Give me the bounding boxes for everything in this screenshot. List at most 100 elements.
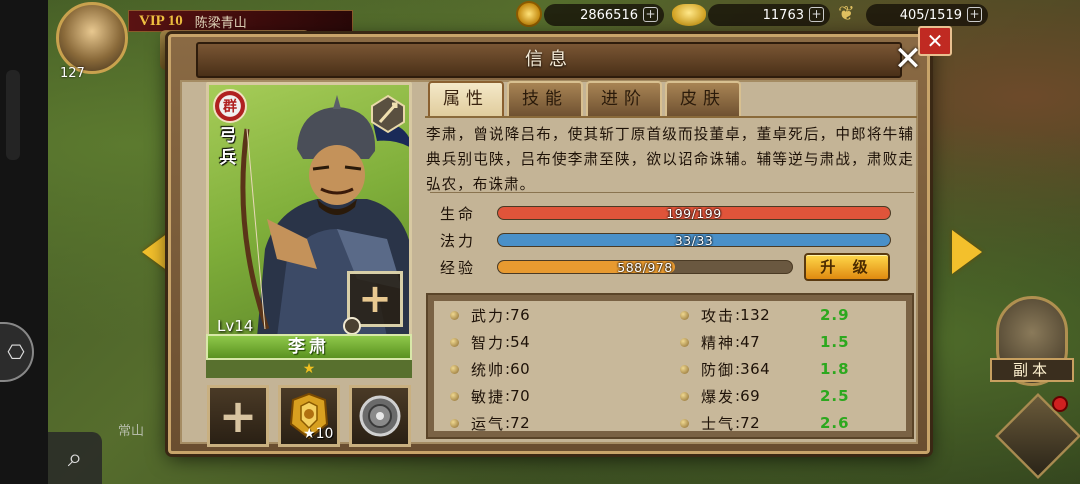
hero-name: 李肃 bbox=[206, 334, 412, 360]
stat-bullet-icon bbox=[450, 310, 459, 320]
hp-label: 生命 bbox=[440, 204, 477, 223]
stat-growth: 2.9 bbox=[820, 306, 850, 324]
search-icon[interactable]: ⌕ bbox=[48, 432, 102, 484]
grain-value: 405/1519 bbox=[899, 7, 962, 23]
stat-bullet-icon bbox=[450, 364, 459, 374]
faction-badge: 群 bbox=[213, 89, 247, 123]
ingot-icon bbox=[672, 4, 706, 26]
gold-value: 2866516 bbox=[580, 7, 638, 23]
stat-bullet-icon bbox=[680, 391, 689, 401]
right-stat-2: 防御:364 1.8 bbox=[680, 359, 849, 379]
stat-value: 72 bbox=[510, 414, 531, 432]
stat-bullet-icon bbox=[450, 418, 459, 428]
stat-value: 72 bbox=[740, 414, 761, 432]
info-tabs: 属性 技能 进阶 皮肤 bbox=[428, 81, 741, 117]
tab-skills[interactable]: 技能 bbox=[507, 81, 583, 117]
left-stat-0: 武力:76 bbox=[450, 305, 530, 325]
stat-value: 69 bbox=[740, 387, 761, 405]
stat-bullet-icon bbox=[680, 418, 689, 428]
map-place-label: 常山 bbox=[118, 424, 145, 439]
hp-bar: 199/199 bbox=[497, 206, 891, 220]
stat-growth: 2.6 bbox=[820, 414, 850, 432]
stat-bullet-icon bbox=[680, 364, 689, 374]
round-shield-icon bbox=[359, 395, 401, 437]
tab-attributes[interactable]: 属性 bbox=[428, 81, 504, 117]
stat-name: 武力 bbox=[471, 306, 506, 325]
item-count-value: 10 bbox=[315, 426, 334, 442]
right-stat-4: 士气:72 2.6 bbox=[680, 413, 849, 433]
stat-value: 132 bbox=[740, 306, 771, 324]
stat-value: 76 bbox=[510, 306, 531, 324]
notification-dot bbox=[1052, 396, 1068, 412]
stat-bullet-icon bbox=[680, 310, 689, 320]
exp-row: 经验 588/978 bbox=[440, 258, 793, 277]
hero-stars: ★ bbox=[206, 360, 412, 378]
ingot-value: 11763 bbox=[762, 7, 804, 23]
tab-skins[interactable]: 皮肤 bbox=[665, 81, 741, 117]
archer-emblem-svg bbox=[371, 94, 405, 134]
add-gold-button[interactable]: + bbox=[643, 7, 658, 22]
item-slot-armor[interactable]: ★10 bbox=[278, 385, 340, 447]
archer-emblem-icon bbox=[369, 93, 407, 135]
mp-bar: 33/33 bbox=[497, 233, 891, 247]
mp-row: 法力 33/33 bbox=[440, 231, 891, 250]
vip-label: VIP 10 bbox=[139, 12, 183, 29]
left-stat-3: 敏捷:70 bbox=[450, 386, 530, 406]
close-icon[interactable]: ✕ bbox=[890, 42, 926, 78]
stat-bullet-icon bbox=[450, 391, 459, 401]
item-slot-count: ★10 bbox=[303, 426, 334, 442]
stat-value: 70 bbox=[510, 387, 531, 405]
stat-value: 54 bbox=[510, 333, 531, 351]
right-stat-1: 精神:47 1.5 bbox=[680, 332, 849, 352]
add-ingot-button[interactable]: + bbox=[809, 7, 824, 22]
vip-bar[interactable]: VIP 10 陈梁青山 bbox=[128, 10, 353, 32]
upgrade-button[interactable]: 升 级 bbox=[804, 253, 890, 281]
stat-name: 统帅 bbox=[471, 360, 506, 379]
stat-growth: 1.5 bbox=[820, 333, 850, 351]
player-avatar[interactable] bbox=[56, 2, 128, 74]
stat-value: 60 bbox=[510, 360, 531, 378]
stat-name: 敏捷 bbox=[471, 387, 506, 406]
item-slot-empty-add-icon[interactable]: + bbox=[207, 385, 269, 447]
right-stat-3: 爆发:69 2.5 bbox=[680, 386, 849, 406]
tab-underline bbox=[425, 116, 917, 118]
hp-text: 199/199 bbox=[666, 206, 722, 220]
gold-resource: 2866516 + bbox=[544, 4, 664, 26]
screen-left-edge bbox=[0, 0, 48, 484]
stat-growth: 1.8 bbox=[820, 360, 850, 378]
hp-row: 生命 199/199 bbox=[440, 204, 891, 223]
exp-label: 经验 bbox=[440, 258, 477, 277]
grain-icon: ❦ bbox=[838, 1, 855, 25]
screen-notch bbox=[6, 70, 20, 160]
unit-type-label: 弓兵 bbox=[219, 126, 237, 168]
stat-value: 47 bbox=[740, 333, 761, 351]
stat-name: 运气 bbox=[471, 414, 506, 433]
item-slot-shield[interactable] bbox=[349, 385, 411, 447]
grain-resource: 405/1519 + bbox=[866, 4, 988, 26]
stat-name: 精神 bbox=[701, 333, 736, 352]
stat-name: 士气 bbox=[701, 414, 736, 433]
stat-bullet-icon bbox=[680, 337, 689, 347]
player-level: 127 bbox=[60, 66, 85, 81]
tab-advance[interactable]: 进阶 bbox=[586, 81, 662, 117]
stat-name: 防御 bbox=[701, 360, 736, 379]
faction-label: 群 bbox=[223, 99, 237, 115]
next-hero-arrow-icon[interactable] bbox=[952, 230, 982, 274]
dungeon-label[interactable]: 副本 bbox=[990, 358, 1074, 382]
exp-bar: 588/978 bbox=[497, 260, 793, 274]
stat-name: 爆发 bbox=[701, 387, 736, 406]
left-stat-2: 统帅:60 bbox=[450, 359, 530, 379]
left-stat-1: 智力:54 bbox=[450, 332, 530, 352]
stat-name: 智力 bbox=[471, 333, 506, 352]
small-ring-icon bbox=[343, 317, 361, 335]
hero-description: 李肃，曾说降吕布，使其斩丁原首级而投董卓，董卓死后，中郎将牛辅典兵别屯陕，吕布使… bbox=[426, 126, 914, 193]
player-name: 陈梁青山 bbox=[194, 15, 247, 31]
mp-text: 33/33 bbox=[674, 233, 714, 247]
add-grain-button[interactable]: + bbox=[967, 7, 982, 22]
right-stat-0: 攻击:132 2.9 bbox=[680, 305, 849, 325]
divider bbox=[430, 192, 914, 193]
stat-growth: 2.5 bbox=[820, 387, 850, 405]
exp-text: 588/978 bbox=[617, 260, 673, 274]
mp-label: 法力 bbox=[440, 231, 477, 250]
modal-title: 信息 bbox=[196, 42, 902, 78]
